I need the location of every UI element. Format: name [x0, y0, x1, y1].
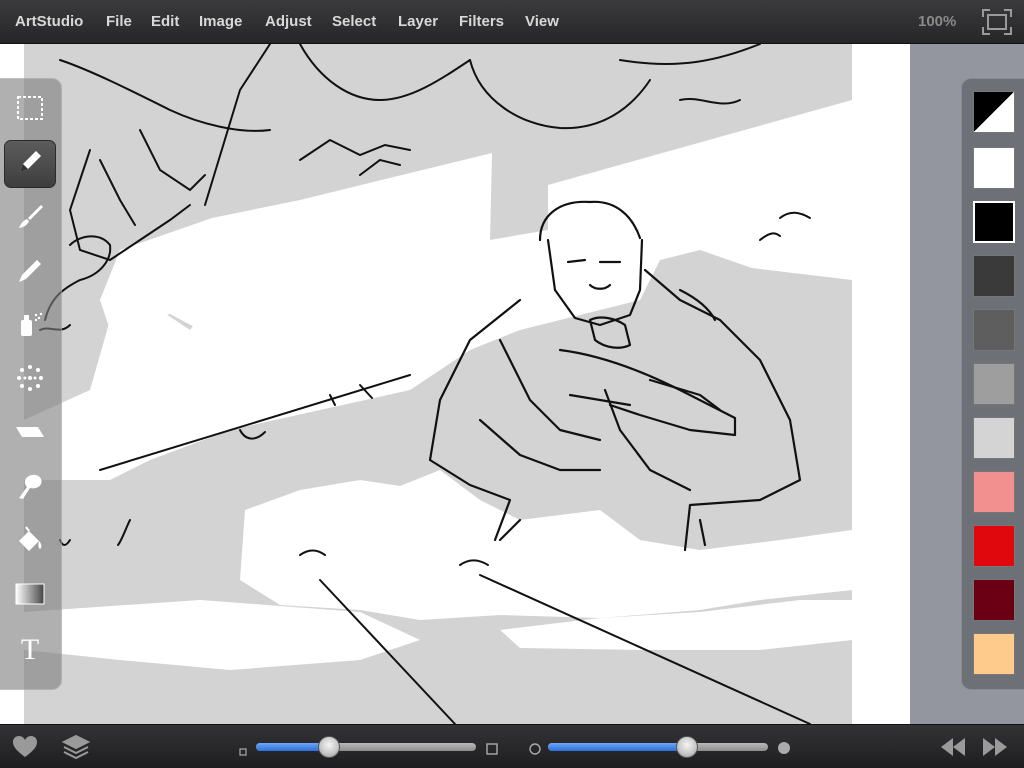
eraser-tool[interactable] [4, 410, 56, 458]
swatch-white[interactable] [973, 147, 1015, 189]
spatter-dots-icon [15, 363, 45, 398]
airbrush-tool[interactable] [4, 302, 56, 350]
menu-filters[interactable]: Filters [459, 0, 504, 44]
swatch-peach[interactable] [973, 633, 1015, 675]
layers-icon[interactable] [61, 734, 91, 765]
menu-edit[interactable]: Edit [151, 0, 179, 44]
dashed-rectangle-icon [15, 94, 45, 127]
fullscreen-icon[interactable] [981, 8, 1013, 36]
swatch-black-white[interactable] [973, 91, 1015, 133]
paintbrush-icon [15, 201, 45, 236]
brush-size-slider[interactable] [256, 743, 476, 751]
gradient-icon [15, 582, 45, 611]
heart-icon[interactable] [12, 735, 38, 764]
eraser-icon [14, 417, 46, 452]
brush-size-knob[interactable] [317, 736, 340, 758]
text-t-icon: T [20, 633, 40, 666]
gradient-tool[interactable] [4, 572, 56, 620]
menu-adjust[interactable]: Adjust [265, 0, 312, 44]
small-square-icon [239, 743, 247, 761]
spray-can-icon [15, 309, 45, 344]
menu-image[interactable]: Image [199, 0, 242, 44]
bottom-toolbar [0, 724, 1024, 768]
tool-palette: T [0, 78, 62, 690]
smudge-tool[interactable] [4, 464, 56, 512]
swatch-pink[interactable] [973, 471, 1015, 513]
swatch-black[interactable] [973, 201, 1015, 243]
app-name[interactable]: ArtStudio [15, 0, 83, 44]
pen-icon [15, 255, 45, 290]
pencil-tool[interactable] [4, 140, 56, 188]
zoom-level: 100% [918, 13, 957, 30]
pen-tool[interactable] [4, 248, 56, 296]
opacity-knob[interactable] [675, 736, 698, 758]
fill-tool[interactable] [4, 518, 56, 566]
spatter-tool[interactable] [4, 356, 56, 404]
sketch-artwork [0, 44, 910, 724]
menu-layer[interactable]: Layer [398, 0, 438, 44]
selection-tool[interactable] [4, 86, 56, 134]
small-circle-icon [529, 742, 541, 760]
undo-icon[interactable] [940, 735, 966, 764]
paint-bucket-icon [15, 525, 45, 560]
redo-icon[interactable] [982, 735, 1008, 764]
menu-file[interactable]: File [106, 0, 132, 44]
opacity-slider[interactable] [548, 743, 768, 751]
drawing-canvas[interactable] [0, 44, 910, 724]
swatch-gray[interactable] [973, 309, 1015, 351]
smudge-finger-icon [15, 471, 45, 506]
swatch-dark-gray[interactable] [973, 255, 1015, 297]
swatch-maroon[interactable] [973, 579, 1015, 621]
swatch-red[interactable] [973, 525, 1015, 567]
text-tool[interactable]: T [4, 626, 56, 674]
brush-tool[interactable] [4, 194, 56, 242]
menu-view[interactable]: View [525, 0, 559, 44]
swatch-light-gray[interactable] [973, 417, 1015, 459]
large-square-icon [486, 742, 498, 760]
menu-select[interactable]: Select [332, 0, 376, 44]
swatch-mid-gray[interactable] [973, 363, 1015, 405]
menu-bar: ArtStudio File Edit Image Adjust Select … [0, 0, 1024, 44]
pencil-icon [15, 147, 45, 182]
large-circle-icon [777, 741, 791, 760]
opacity-fill [548, 743, 687, 751]
